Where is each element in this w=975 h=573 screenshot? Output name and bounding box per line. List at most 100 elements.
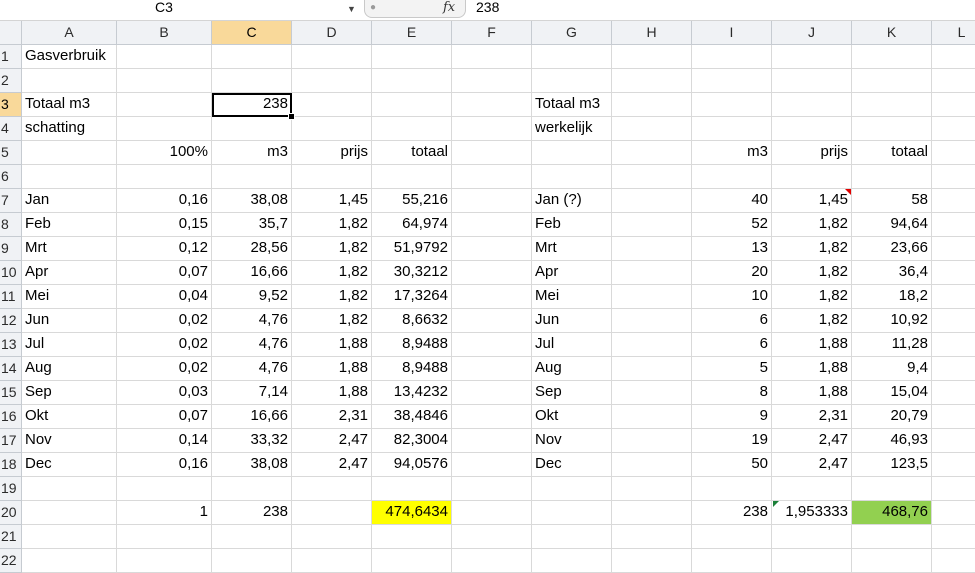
cell-j10[interactable]: 1,82 — [772, 261, 852, 285]
cell-g9[interactable]: Mrt — [532, 237, 612, 261]
row-header-17[interactable]: 17 — [0, 429, 22, 453]
cell-g12[interactable]: Jun — [532, 309, 612, 333]
cell-g13[interactable]: Jul — [532, 333, 612, 357]
cell-e11[interactable]: 17,3264 — [372, 285, 452, 309]
cell-e5[interactable]: totaal — [372, 141, 452, 165]
insert-function-icon[interactable]: fx — [443, 0, 455, 15]
cell-b15[interactable]: 0,03 — [117, 381, 212, 405]
cell-j21[interactable] — [772, 525, 852, 549]
cell-c19[interactable] — [212, 477, 292, 501]
cell-k8[interactable]: 94,64 — [852, 213, 932, 237]
column-header-c[interactable]: C — [212, 21, 292, 45]
cell-b4[interactable] — [117, 117, 212, 141]
cell-h15[interactable] — [612, 381, 692, 405]
cell-i9[interactable]: 13 — [692, 237, 772, 261]
cell-k21[interactable] — [852, 525, 932, 549]
cell-b12[interactable]: 0,02 — [117, 309, 212, 333]
cell-e19[interactable] — [372, 477, 452, 501]
cell-c10[interactable]: 16,66 — [212, 261, 292, 285]
cell-i6[interactable] — [692, 165, 772, 189]
cell-g10[interactable]: Apr — [532, 261, 612, 285]
cell-b10[interactable]: 0,07 — [117, 261, 212, 285]
cell-a16[interactable]: Okt — [22, 405, 117, 429]
cell-g16[interactable]: Okt — [532, 405, 612, 429]
cell-k13[interactable]: 11,28 — [852, 333, 932, 357]
row-header-11[interactable]: 11 — [0, 285, 22, 309]
cell-h8[interactable] — [612, 213, 692, 237]
cell-h4[interactable] — [612, 117, 692, 141]
cell-l19[interactable] — [932, 477, 975, 501]
cell-d3[interactable] — [292, 93, 372, 117]
cell-j8[interactable]: 1,82 — [772, 213, 852, 237]
cell-f18[interactable] — [452, 453, 532, 477]
cell-i19[interactable] — [692, 477, 772, 501]
cell-c6[interactable] — [212, 165, 292, 189]
cell-b22[interactable] — [117, 549, 212, 573]
cell-g20[interactable] — [532, 501, 612, 525]
cell-i22[interactable] — [692, 549, 772, 573]
cell-e10[interactable]: 30,3212 — [372, 261, 452, 285]
cell-f10[interactable] — [452, 261, 532, 285]
cell-a22[interactable] — [22, 549, 117, 573]
cell-d1[interactable] — [292, 45, 372, 69]
cell-a14[interactable]: Aug — [22, 357, 117, 381]
cell-l11[interactable] — [932, 285, 975, 309]
cell-j11[interactable]: 1,82 — [772, 285, 852, 309]
cell-f17[interactable] — [452, 429, 532, 453]
cell-g5[interactable] — [532, 141, 612, 165]
cell-g2[interactable] — [532, 69, 612, 93]
cell-j1[interactable] — [772, 45, 852, 69]
row-header-5[interactable]: 5 — [0, 141, 22, 165]
cell-e6[interactable] — [372, 165, 452, 189]
cell-l5[interactable] — [932, 141, 975, 165]
cell-f14[interactable] — [452, 357, 532, 381]
cell-g7[interactable]: Jan (?) — [532, 189, 612, 213]
cell-k9[interactable]: 23,66 — [852, 237, 932, 261]
cell-f13[interactable] — [452, 333, 532, 357]
cell-h7[interactable] — [612, 189, 692, 213]
cell-f16[interactable] — [452, 405, 532, 429]
cell-l20[interactable] — [932, 501, 975, 525]
cell-g3[interactable]: Totaal m3 — [532, 93, 612, 117]
cell-i12[interactable]: 6 — [692, 309, 772, 333]
cell-a20[interactable] — [22, 501, 117, 525]
cell-j5[interactable]: prijs — [772, 141, 852, 165]
cell-i1[interactable] — [692, 45, 772, 69]
cell-k15[interactable]: 15,04 — [852, 381, 932, 405]
cell-f3[interactable] — [452, 93, 532, 117]
cell-d2[interactable] — [292, 69, 372, 93]
cell-j14[interactable]: 1,88 — [772, 357, 852, 381]
name-box[interactable]: C3 ▼ — [0, 0, 362, 19]
cell-b20[interactable]: 1 — [117, 501, 212, 525]
cell-c7[interactable]: 38,08 — [212, 189, 292, 213]
cell-d9[interactable]: 1,82 — [292, 237, 372, 261]
row-header-9[interactable]: 9 — [0, 237, 22, 261]
cell-j12[interactable]: 1,82 — [772, 309, 852, 333]
cell-f5[interactable] — [452, 141, 532, 165]
cell-l17[interactable] — [932, 429, 975, 453]
cell-d11[interactable]: 1,82 — [292, 285, 372, 309]
fill-handle[interactable] — [288, 113, 295, 120]
cell-j22[interactable] — [772, 549, 852, 573]
cell-d15[interactable]: 1,88 — [292, 381, 372, 405]
cell-a13[interactable]: Jul — [22, 333, 117, 357]
cell-h19[interactable] — [612, 477, 692, 501]
cell-k20[interactable]: 468,76 — [852, 501, 932, 525]
cell-c11[interactable]: 9,52 — [212, 285, 292, 309]
cell-d10[interactable]: 1,82 — [292, 261, 372, 285]
cell-d16[interactable]: 2,31 — [292, 405, 372, 429]
cell-b13[interactable]: 0,02 — [117, 333, 212, 357]
cell-c2[interactable] — [212, 69, 292, 93]
cell-k5[interactable]: totaal — [852, 141, 932, 165]
cell-c3[interactable]: 238 — [212, 93, 292, 117]
row-header-15[interactable]: 15 — [0, 381, 22, 405]
cell-i20[interactable]: 238 — [692, 501, 772, 525]
cell-g4[interactable]: werkelijk — [532, 117, 612, 141]
cell-b5[interactable]: 100% — [117, 141, 212, 165]
cell-l18[interactable] — [932, 453, 975, 477]
cell-i8[interactable]: 52 — [692, 213, 772, 237]
cell-l8[interactable] — [932, 213, 975, 237]
cell-h9[interactable] — [612, 237, 692, 261]
cell-b21[interactable] — [117, 525, 212, 549]
column-header-g[interactable]: G — [532, 21, 612, 45]
